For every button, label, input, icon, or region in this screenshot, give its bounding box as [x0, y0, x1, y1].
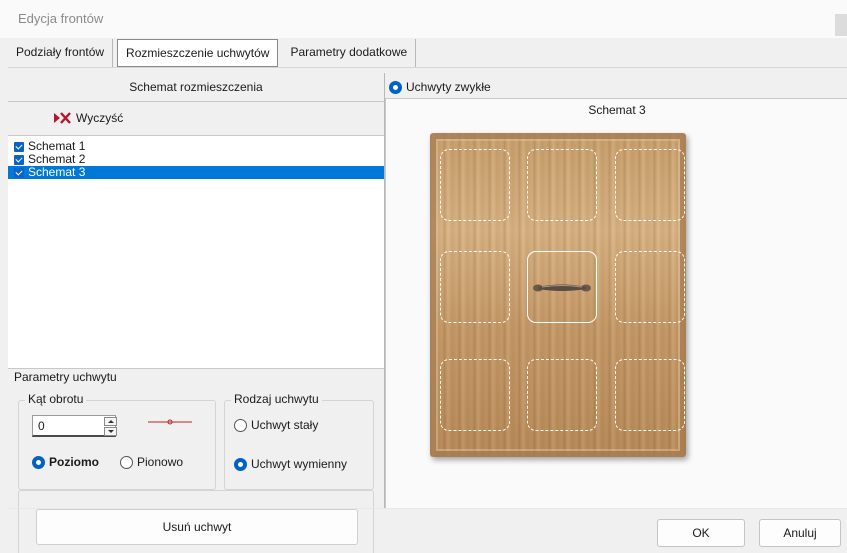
radio-label: Uchwyty zwykłe: [406, 80, 491, 94]
tab-rozmieszczenie-uchwytow[interactable]: Rozmieszczenie uchwytów: [117, 39, 279, 67]
radio-pionowo[interactable]: Pionowo: [120, 455, 183, 469]
handle-slot[interactable]: [615, 359, 685, 431]
scheme-list[interactable]: Schemat 1 Schemat 2 Schemat 3: [8, 135, 384, 369]
handle-type-group: Rodzaj uchwytu: [224, 392, 374, 490]
handle-icon[interactable]: [532, 282, 592, 294]
angle-spinner[interactable]: [104, 417, 118, 437]
checkbox[interactable]: [14, 154, 24, 165]
radio-uchwyty-zwykle[interactable]: Uchwyty zwykłe: [389, 80, 491, 94]
spin-down-icon[interactable]: [104, 427, 117, 436]
list-item-schemat-3[interactable]: Schemat 3: [8, 166, 384, 179]
handle-params: Parametry uchwytu Kąt obrotu 0 Poziomo P…: [8, 370, 384, 508]
spin-up-icon[interactable]: [104, 417, 117, 426]
tab-podzialy-frontow[interactable]: Podziały frontów: [8, 39, 114, 67]
title-bar: Edycja frontów: [0, 0, 847, 38]
scheme-header: Schemat rozmieszczenia: [129, 80, 263, 94]
angle-group: Kąt obrotu: [18, 392, 216, 490]
handle-slot[interactable]: [527, 149, 597, 221]
window-title: Edycja frontów: [18, 11, 104, 26]
radio-label: Poziomo: [49, 455, 99, 469]
handle-slot[interactable]: [440, 359, 510, 431]
radio-uchwyt-wymienny[interactable]: Uchwyt wymienny: [234, 457, 347, 471]
radio-off-icon[interactable]: [234, 418, 247, 432]
angle-value: 0: [38, 419, 45, 433]
handle-slot[interactable]: [440, 251, 510, 323]
delete-handle-button[interactable]: Usuń uchwyt: [36, 509, 358, 545]
tab-parametry-dodatkowe[interactable]: Parametry dodatkowe: [282, 39, 417, 67]
close-button[interactable]: [835, 14, 847, 36]
handle-slot[interactable]: [615, 149, 685, 221]
cancel-button[interactable]: Anuluj: [759, 519, 841, 547]
handle-slot[interactable]: [440, 149, 510, 221]
clear-label: Wyczyść: [76, 111, 124, 125]
radio-on-icon[interactable]: [234, 457, 247, 471]
radio-poziomo[interactable]: Poziomo: [32, 455, 99, 469]
radio-off-icon[interactable]: [120, 455, 133, 469]
tab-bar: Podziały frontów Rozmieszczenie uchwytów…: [8, 39, 417, 67]
left-panel: Schemat rozmieszczenia Wyczyść Schemat 1…: [8, 73, 384, 553]
checkbox[interactable]: [14, 141, 24, 152]
front-preview: [430, 133, 686, 457]
checkbox[interactable]: [14, 167, 24, 178]
handle-slot-active[interactable]: [527, 251, 597, 323]
angle-indicator-icon: [148, 419, 192, 425]
clear-icon: [54, 112, 71, 124]
params-legend: Parametry uchwytu: [14, 370, 117, 384]
angle-legend: Kąt obrotu: [25, 392, 87, 406]
radio-on-icon[interactable]: [389, 80, 402, 94]
schema-title: Schemat 3: [588, 103, 646, 117]
tab-divider: [8, 67, 847, 68]
clear-button[interactable]: Wyczyść: [54, 109, 123, 127]
list-item-label: Schemat 3: [28, 165, 86, 179]
handle-slot[interactable]: [527, 359, 597, 431]
header-divider: [8, 101, 384, 102]
radio-label: Uchwyt stały: [251, 418, 319, 432]
radio-on-icon[interactable]: [32, 455, 45, 469]
radio-label: Uchwyt wymienny: [251, 457, 348, 471]
handle-slot[interactable]: [615, 251, 685, 323]
ok-button[interactable]: OK: [657, 519, 745, 547]
radio-label: Pionowo: [137, 455, 184, 469]
radio-uchwyt-staly[interactable]: Uchwyt stały: [234, 418, 318, 432]
footer-divider: [8, 508, 847, 509]
preview-panel: Schemat 3: [385, 98, 847, 508]
handle-type-legend: Rodzaj uchwytu: [231, 392, 322, 406]
